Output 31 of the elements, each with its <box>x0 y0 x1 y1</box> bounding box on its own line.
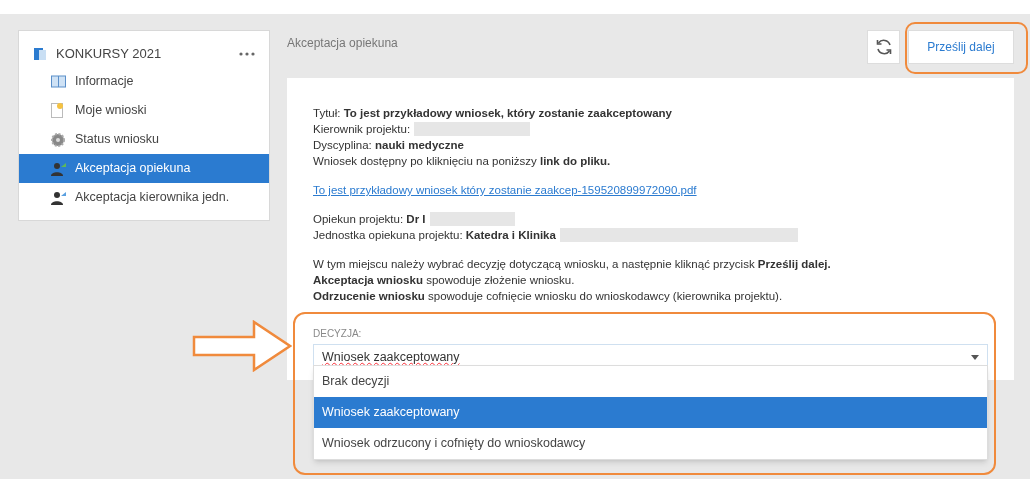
refresh-button[interactable] <box>867 30 900 64</box>
sidebar-item[interactable]: Akceptacja kierownika jedn. <box>19 183 269 212</box>
detail-text: Wniosek dostępny po kliknięciu na poniższy link do pliku. <box>313 154 611 169</box>
more-icon[interactable] <box>239 52 255 56</box>
sidebar-item[interactable]: Status wniosku <box>19 125 269 154</box>
page-heading: Akceptacja opiekuna <box>287 35 398 52</box>
detail-text: W tym miejscu należy wybrać decyzję dotyczącą wniosku, a następnie kliknąć przycisk Prześlij dalej. <box>313 257 831 272</box>
dropdown-option[interactable]: Wniosek odrzucony i cofnięty do wnioskodawcy <box>314 428 987 459</box>
folder-icon <box>33 47 47 61</box>
sidebar-item[interactable]: Informacje <box>19 67 269 96</box>
gear-icon <box>51 132 65 147</box>
sidebar-item[interactable]: Akceptacja opiekuna <box>19 154 269 183</box>
detail-text: Jednostka opiekuna projektu: Katedra i Klinika <box>313 228 556 243</box>
sidebar-title: KONKURSY 2021 <box>56 45 162 64</box>
person-icon <box>51 190 67 205</box>
person-icon <box>51 161 67 176</box>
sidebar-item[interactable]: Moje wnioski <box>19 96 269 125</box>
detail-text: Dyscyplina: nauki medyczne <box>313 138 464 153</box>
refresh-icon <box>874 38 893 56</box>
detail-text: Kierownik projektu: <box>313 122 411 137</box>
dropdown-option[interactable]: Wniosek zaakceptowany <box>314 397 987 428</box>
detail-text: Tytuł: To jest przykładowy wniosek, który zostanie zaakceptowany <box>313 106 672 121</box>
detail-text: Akceptacja wniosku spowoduje złożenie wniosku. <box>313 273 575 288</box>
caret-icon <box>971 354 979 360</box>
submit-button[interactable]: Prześlij dalej <box>908 30 1014 64</box>
book-icon <box>51 75 66 88</box>
document-icon <box>51 103 63 118</box>
field-label: DECYZJA: <box>313 328 362 340</box>
detail-text: Opiekun projektu: Dr I <box>313 212 426 227</box>
detail-text: Odrzucenie wniosku spowoduje cofnięcie wniosku do wnioskodawcy (kierownika projektu). <box>313 289 783 304</box>
file-link[interactable]: To jest przykładowy wniosek który zostanie zaakcep-159520899972090.pdf <box>313 182 697 198</box>
